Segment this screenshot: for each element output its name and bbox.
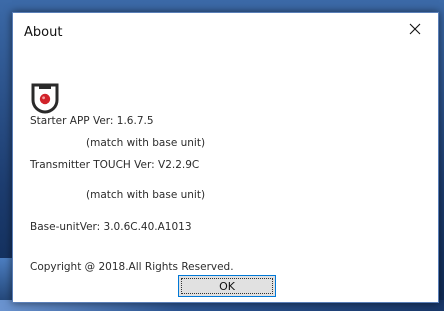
transmitter-version-text: Transmitter TOUCH Ver: V2.2.9C bbox=[30, 159, 200, 171]
transmitter-match-note: (match with base unit) bbox=[86, 189, 206, 201]
window-title: About bbox=[24, 25, 63, 40]
base-unit-version-text: Base-unitVer: 3.0.6C.40.A1013 bbox=[30, 221, 192, 233]
app-logo-icon bbox=[31, 83, 59, 114]
about-dialog: About Starter APP Ver: 1.6.7.5 (match wi… bbox=[12, 12, 439, 303]
ok-button-label: OK bbox=[219, 279, 235, 293]
title-bar: About bbox=[13, 13, 438, 47]
starter-match-note: (match with base unit) bbox=[86, 137, 206, 149]
starter-version-text: Starter APP Ver: 1.6.7.5 bbox=[30, 115, 154, 127]
close-button[interactable] bbox=[392, 13, 438, 45]
copyright-text: Copyright @ 2018.All Rights Reserved. bbox=[30, 261, 234, 273]
close-icon bbox=[409, 23, 421, 35]
ok-button[interactable]: OK bbox=[178, 275, 276, 297]
